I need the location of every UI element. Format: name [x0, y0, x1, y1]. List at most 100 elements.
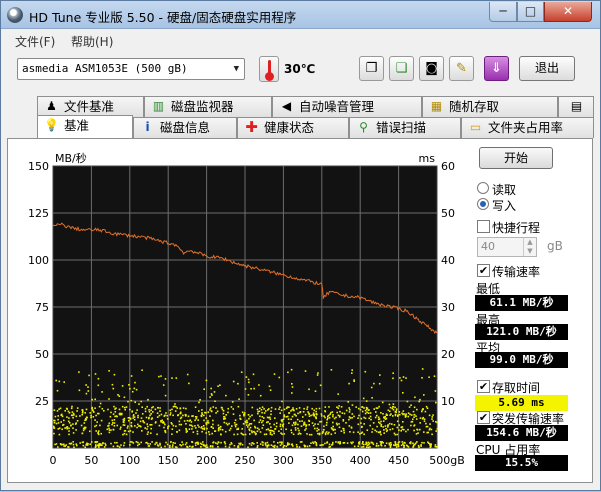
access-time-point: [70, 414, 73, 417]
access-time-point: [422, 408, 424, 410]
short-stroke-checkbox[interactable]: [477, 220, 490, 233]
access-time-point: [426, 431, 428, 434]
burst-rate-checkbox[interactable]: ✔: [477, 411, 490, 424]
access-time-point: [402, 392, 404, 394]
access-time-point: [192, 431, 195, 433]
access-time-point: [202, 425, 205, 427]
access-time-point: [171, 408, 173, 411]
access-time-point: [348, 418, 350, 421]
access-time-point: [131, 411, 133, 413]
access-time-point: [191, 428, 193, 430]
access-time-point: [382, 426, 384, 428]
access-time-point: [324, 416, 326, 419]
access-time-point: [187, 415, 190, 418]
access-time-point: [55, 422, 58, 425]
access-time-point: [158, 375, 160, 378]
access-time-point: [85, 443, 88, 446]
access-time-point: [250, 423, 253, 425]
access-time-point: [274, 444, 276, 447]
access-time-point: [237, 405, 240, 408]
tab-benchmark[interactable]: 💡 基准: [37, 115, 133, 138]
access-time-point: [352, 431, 355, 434]
access-time-point: [421, 368, 424, 370]
access-time-point: [72, 443, 75, 446]
access-time-point: [233, 433, 235, 436]
access-time-point: [60, 421, 62, 423]
access-time-point: [127, 425, 129, 427]
access-time-point: [123, 442, 126, 444]
lightbulb-icon: 💡: [44, 118, 59, 132]
access-time-point: [270, 426, 272, 428]
access-time-point: [243, 414, 245, 417]
access-time-point: [290, 431, 293, 434]
access-time-point: [248, 417, 250, 420]
access-time-point: [68, 430, 70, 432]
access-time-point: [222, 410, 225, 412]
access-time-point: [388, 442, 391, 445]
access-time-point: [265, 428, 268, 431]
access-time-point: [266, 441, 269, 444]
transfer-rate-checkbox[interactable]: ✔: [477, 264, 490, 277]
access-time-point: [435, 421, 437, 423]
access-time-point: [155, 421, 157, 423]
access-time-point: [302, 416, 304, 418]
access-time-point: [114, 441, 116, 444]
spinner-arrows-icon[interactable]: ▲ ▼: [523, 238, 536, 256]
access-time-point: [116, 441, 118, 444]
access-time-point: [373, 408, 375, 410]
start-button[interactable]: 开始: [479, 147, 553, 169]
access-time-point: [312, 442, 315, 445]
access-time-point: [134, 381, 136, 384]
access-time-point: [357, 431, 359, 433]
access-time-point: [58, 433, 61, 436]
access-time-point: [122, 433, 124, 436]
access-time-point: [157, 406, 159, 409]
access-time-point: [349, 408, 351, 411]
access-time-point: [112, 413, 115, 415]
access-time-point: [185, 431, 188, 433]
access-time-point: [286, 406, 289, 408]
access-time-point: [258, 421, 261, 424]
access-time-point: [321, 432, 324, 435]
tab-label: 基准: [64, 118, 90, 133]
access-time-point: [108, 370, 110, 372]
access-time-point: [100, 419, 103, 422]
avg-value: 99.0 MB/秒: [475, 352, 568, 368]
access-time-point: [397, 445, 400, 447]
access-time-checkbox[interactable]: ✔: [477, 380, 490, 393]
access-time-point: [232, 413, 235, 415]
access-time-point: [391, 407, 394, 410]
write-radio[interactable]: [477, 198, 489, 210]
access-time-point: [122, 424, 125, 426]
access-time-point: [191, 425, 194, 428]
access-time-point: [103, 446, 106, 448]
access-time-point: [217, 429, 220, 432]
access-time-point: [361, 446, 363, 448]
access-time-point: [63, 381, 65, 383]
access-time-point: [320, 444, 323, 446]
access-time-point: [89, 412, 91, 414]
access-time-point: [386, 429, 389, 432]
access-time-point: [291, 443, 293, 445]
access-time-point: [247, 446, 249, 448]
access-time-point: [175, 425, 177, 428]
read-radio[interactable]: [477, 182, 489, 194]
access-time-point: [150, 424, 153, 426]
access-time-point: [203, 414, 205, 417]
access-time-point: [248, 381, 250, 384]
access-time-point: [113, 419, 116, 421]
access-time-point: [363, 433, 365, 436]
access-time-point: [191, 441, 194, 443]
access-time-point: [296, 446, 298, 448]
access-time-point: [102, 442, 104, 444]
access-time-point: [330, 433, 333, 436]
access-time-point: [263, 417, 265, 419]
access-time-point: [357, 445, 359, 447]
access-time-point: [279, 425, 282, 428]
access-time-point: [201, 409, 203, 411]
access-time-point: [118, 446, 121, 448]
short-stroke-spinner[interactable]: 40 ▲ ▼: [477, 237, 537, 257]
access-time-point: [259, 407, 261, 409]
access-time-point: [363, 423, 365, 425]
access-time-point: [316, 430, 318, 432]
